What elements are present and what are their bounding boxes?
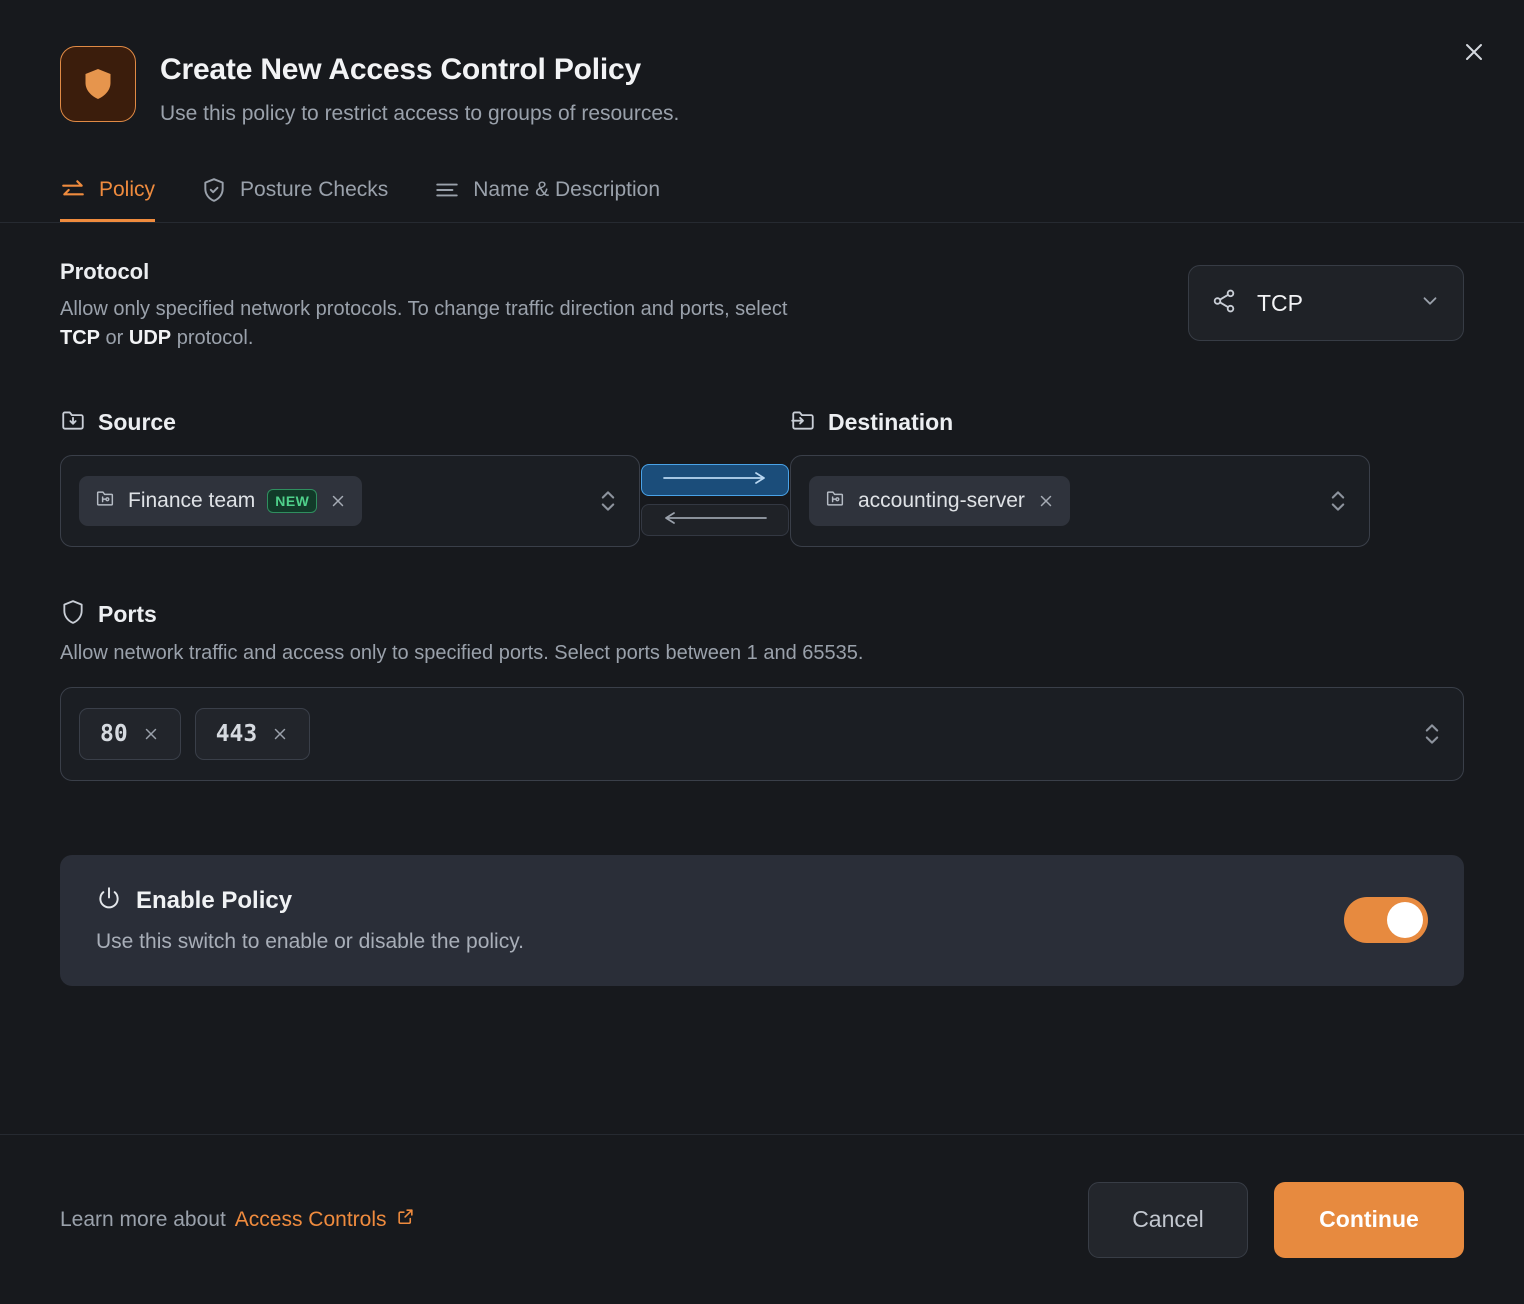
source-label: Source [98, 409, 176, 436]
cancel-button[interactable]: Cancel [1088, 1181, 1248, 1258]
protocol-description: Allow only specified network protocols. … [60, 295, 800, 353]
source-destination-section: Source Finance team NEW Destination acco… [60, 407, 1464, 548]
protocol-section: Protocol Allow only specified network pr… [60, 259, 1464, 353]
ports-input[interactable]: 80 443 [60, 687, 1464, 782]
protocol-text: Protocol Allow only specified network pr… [60, 259, 800, 353]
modal-body: Protocol Allow only specified network pr… [0, 223, 1524, 1134]
folder-group-icon [94, 487, 116, 515]
folder-group-icon [824, 487, 846, 515]
protocol-desc-part1: Allow only specified network protocols. … [60, 298, 788, 321]
footer-buttons: Cancel Continue [1088, 1181, 1464, 1258]
destination-chip[interactable]: accounting-server [809, 476, 1070, 527]
page-title: Create New Access Control Policy [160, 53, 641, 86]
protocol-selected-value: TCP [1257, 289, 1303, 316]
arrow-left-icon [660, 510, 770, 531]
source-chip[interactable]: Finance team NEW [79, 476, 363, 527]
enable-policy-title: Enable Policy [136, 886, 293, 914]
learn-more-text: Learn more about Access Controls [60, 1207, 415, 1232]
modal-header: Create New Access Control Policy Use thi… [0, 0, 1524, 127]
destination-selector-icon[interactable] [1321, 486, 1355, 516]
protocol-desc-part2: protocol. [171, 327, 254, 350]
destination-input[interactable]: accounting-server [790, 455, 1370, 548]
source-selector-icon[interactable] [591, 486, 625, 516]
shield-outline-icon [60, 599, 86, 630]
continue-button[interactable]: Continue [1274, 1181, 1464, 1258]
ports-selector-icon[interactable] [1415, 719, 1449, 749]
tab-name-description-label: Name & Description [473, 178, 660, 202]
create-policy-modal: Create New Access Control Policy Use thi… [0, 0, 1524, 1304]
destination-column: Destination accounting-server [790, 407, 1370, 548]
close-icon[interactable] [329, 492, 347, 510]
destination-header: Destination [790, 407, 1370, 438]
protocol-select[interactable]: TCP [1188, 265, 1464, 342]
source-chips: Finance team NEW [79, 476, 581, 527]
enable-policy-card: Enable Policy Use this switch to enable … [60, 855, 1464, 987]
power-icon [96, 885, 122, 916]
destination-chip-label: accounting-server [858, 489, 1025, 513]
status-badge: NEW [267, 489, 318, 514]
page-subtitle: Use this policy to restrict access to gr… [160, 102, 680, 125]
folder-in-icon [790, 407, 816, 438]
access-controls-link-label: Access Controls [234, 1207, 387, 1231]
chevron-down-icon [1419, 290, 1441, 317]
tab-bar: Policy Posture Checks Name & Description [0, 171, 1524, 224]
enable-policy-header: Enable Policy [96, 885, 524, 916]
access-controls-link[interactable]: Access Controls [235, 1207, 415, 1232]
enable-policy-text: Enable Policy Use this switch to enable … [96, 885, 524, 954]
source-input[interactable]: Finance team NEW [60, 455, 640, 548]
modal-footer: Learn more about Access Controls Cancel … [0, 1134, 1524, 1304]
ports-header: Ports [60, 599, 1464, 630]
port-chip-label: 443 [215, 721, 258, 748]
shield-check-icon [201, 177, 227, 203]
transfer-arrows-icon [60, 177, 86, 203]
tab-name-description[interactable]: Name & Description [434, 171, 660, 222]
list-lines-icon [434, 177, 460, 203]
enable-policy-toggle[interactable] [1344, 896, 1428, 943]
enable-policy-description: Use this switch to enable or disable the… [96, 930, 524, 954]
port-chip[interactable]: 443 [194, 708, 311, 761]
close-icon[interactable] [1037, 492, 1055, 510]
source-column: Source Finance team NEW [60, 407, 640, 548]
ports-section: Ports Allow network traffic and access o… [60, 599, 1464, 782]
external-link-icon [396, 1207, 415, 1232]
protocol-desc-tcp: TCP [60, 327, 100, 350]
tab-posture-checks[interactable]: Posture Checks [201, 171, 388, 222]
close-icon[interactable] [142, 725, 160, 743]
destination-label: Destination [828, 409, 954, 436]
toggle-knob [1387, 901, 1423, 938]
learn-more-prefix: Learn more about [60, 1207, 226, 1231]
folder-down-icon [60, 407, 86, 438]
direction-toggle-group [640, 407, 790, 537]
close-icon[interactable] [1454, 32, 1494, 72]
ports-title: Ports [98, 601, 157, 628]
protocol-title: Protocol [60, 259, 150, 285]
port-chip[interactable]: 80 [79, 708, 181, 761]
arrow-right-icon [660, 470, 770, 491]
protocol-desc-or: or [100, 327, 129, 350]
policy-shield-icon [60, 46, 136, 122]
direction-forward-button[interactable] [641, 464, 789, 497]
header-text-block: Create New Access Control Policy Use thi… [160, 46, 679, 127]
close-icon[interactable] [271, 725, 289, 743]
protocol-desc-udp: UDP [128, 327, 172, 350]
port-chip-label: 80 [100, 721, 128, 748]
source-chip-label: Finance team [128, 489, 256, 513]
destination-chips: accounting-server [809, 476, 1311, 527]
ports-description: Allow network traffic and access only to… [60, 642, 864, 665]
source-header: Source [60, 407, 640, 438]
ports-chips: 80 443 [79, 708, 1415, 761]
share-network-icon [1211, 288, 1237, 319]
tab-posture-checks-label: Posture Checks [240, 178, 389, 202]
tab-policy[interactable]: Policy [60, 171, 156, 223]
tab-policy-label: Policy [99, 178, 156, 202]
direction-backward-button[interactable] [641, 504, 789, 537]
